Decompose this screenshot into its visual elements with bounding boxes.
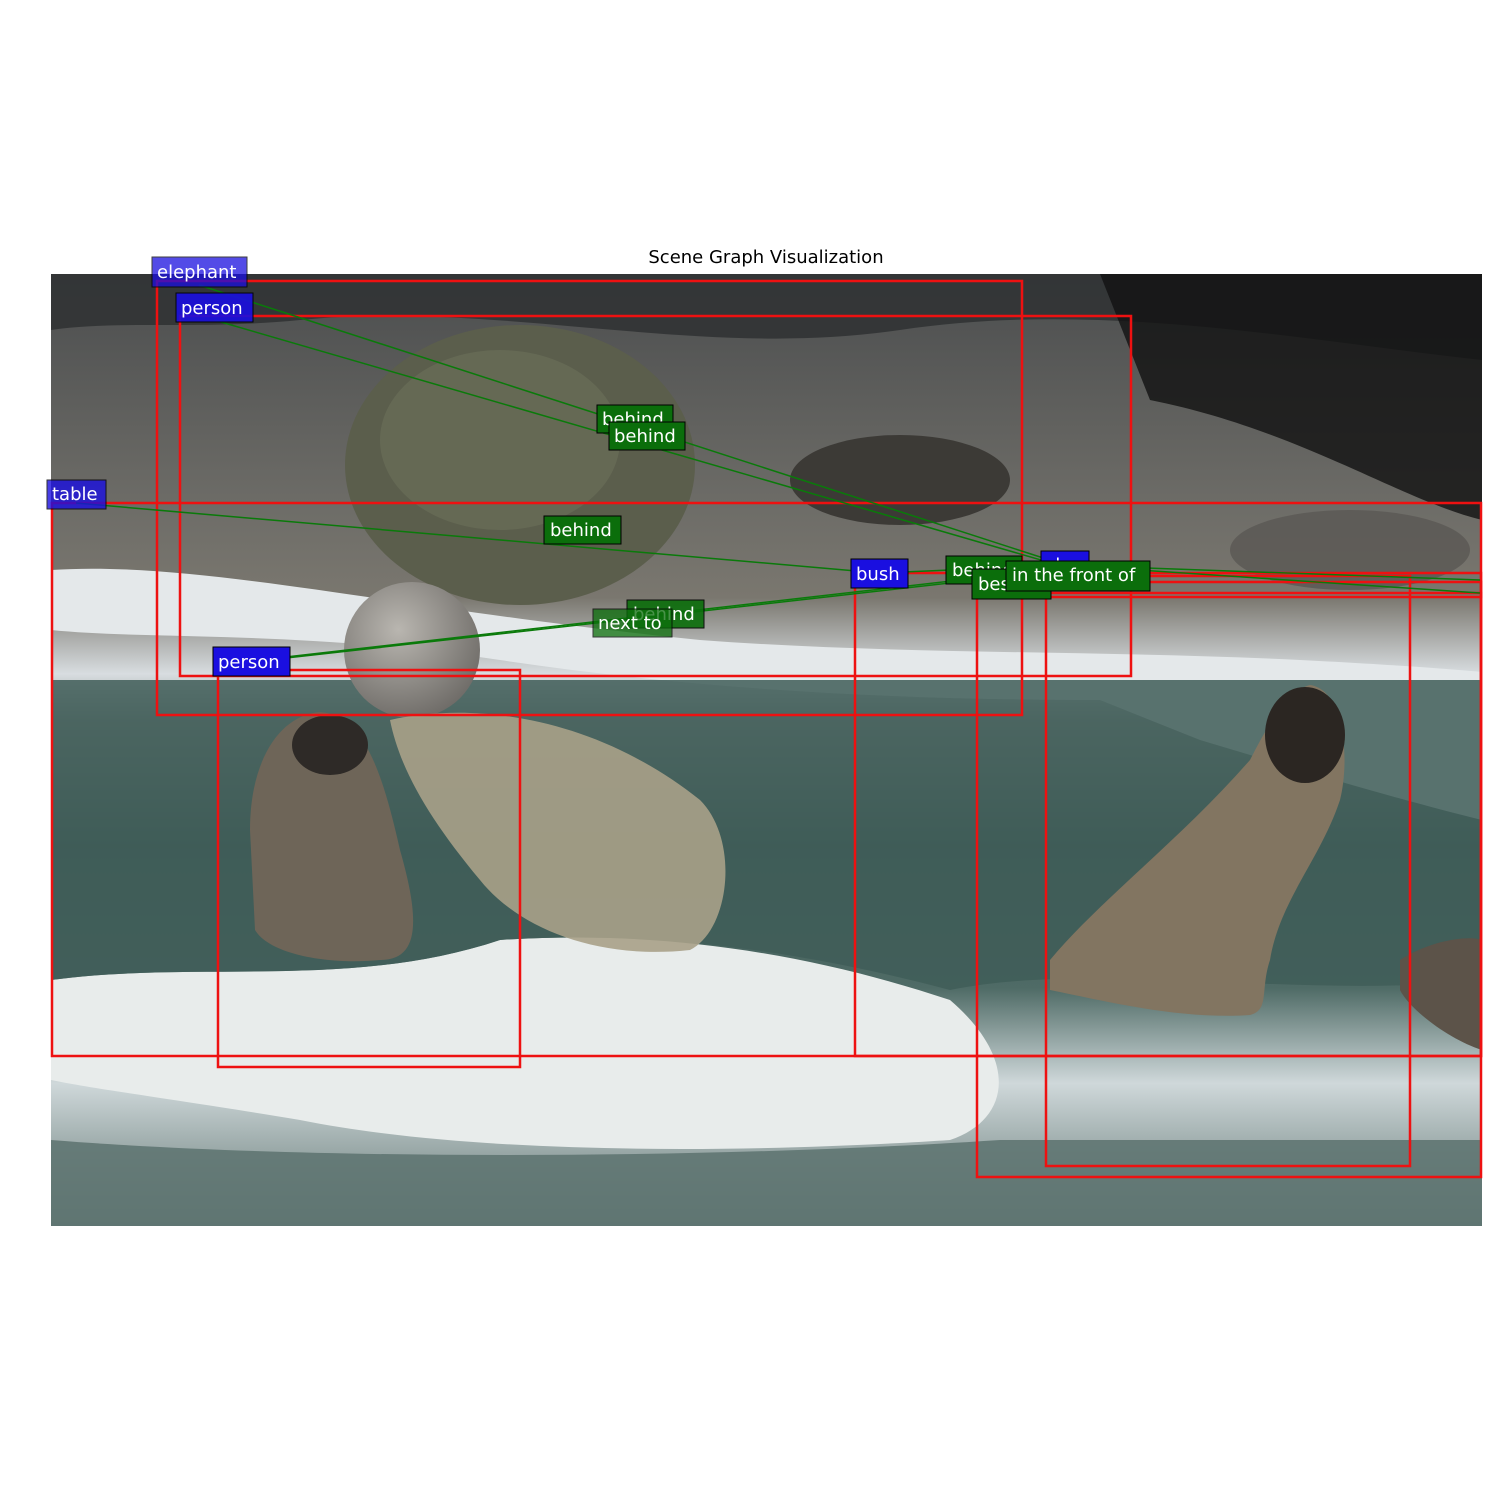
object-label-bush: bush [850, 558, 909, 589]
relation-label-behind-3: behind [543, 515, 622, 545]
scene-graph-canvas: behind behind behind behind behind next … [46, 256, 1483, 1226]
svg-text:person: person [181, 298, 243, 319]
relation-label-in-the-front-of: in the front of [1005, 560, 1151, 592]
object-label-person-top: person [175, 292, 254, 323]
svg-text:table: table [52, 484, 98, 505]
rock-boulder-icon [345, 325, 695, 605]
svg-text:person: person [218, 652, 280, 673]
object-label-elephant: elephant [151, 256, 248, 288]
photo-background [51, 274, 1482, 1226]
relation-label-next-to: next to [592, 608, 673, 638]
object-label-table: table [46, 479, 107, 510]
relation-label-behind-2: behind [608, 421, 686, 451]
svg-text:bush: bush [856, 564, 900, 585]
svg-text:behind: behind [614, 426, 676, 447]
object-label-person-bottom: person [212, 646, 291, 677]
svg-text:elephant: elephant [157, 262, 236, 283]
svg-text:in the front of: in the front of [1012, 565, 1136, 586]
svg-text:behind: behind [550, 520, 612, 541]
ball-icon [344, 582, 480, 718]
svg-text:next to: next to [598, 613, 662, 634]
